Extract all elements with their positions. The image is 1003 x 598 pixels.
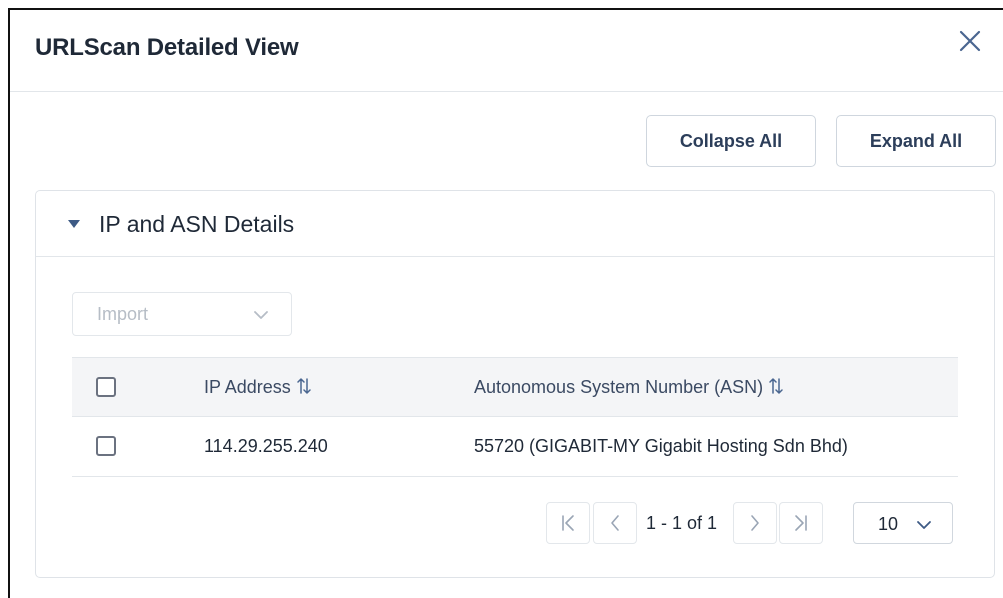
panel-title: IP and ASN Details [99, 211, 295, 237]
column-header-ip[interactable]: IP Address [204, 377, 311, 398]
modal-header: URLScan Detailed View [10, 10, 1003, 92]
chevron-down-icon [254, 311, 268, 319]
first-page-button[interactable] [546, 502, 590, 544]
prev-page-icon [611, 515, 619, 531]
chevron-down-icon [917, 521, 931, 529]
urlscan-modal: URLScan Detailed View Collapse All Expan… [8, 8, 1003, 598]
collapse-all-button[interactable]: Collapse All [646, 115, 816, 167]
first-page-icon [562, 515, 574, 531]
table-row: 114.29.255.240 55720 (GIGABIT-MY Gigabit… [72, 417, 958, 477]
column-header-asn-label: Autonomous System Number (ASN) [474, 377, 764, 397]
ip-asn-panel: IP and ASN Details Import IP Address Aut… [35, 190, 995, 578]
page-size-value: 10 [878, 514, 899, 534]
import-select[interactable]: Import [72, 292, 292, 336]
expand-all-button[interactable]: Expand All [836, 115, 996, 167]
pagination-range: 1 - 1 of 1 [646, 513, 718, 533]
table-header: IP Address Autonomous System Number (ASN… [72, 357, 958, 417]
column-header-ip-label: IP Address [204, 377, 291, 397]
previous-page-button[interactable] [593, 502, 637, 544]
page-size-select[interactable]: 10 [853, 502, 953, 544]
last-page-icon [795, 515, 807, 531]
panel-header[interactable]: IP and ASN Details [36, 191, 994, 257]
modal-title: URLScan Detailed View [35, 34, 299, 61]
next-page-icon [751, 515, 759, 531]
row-checkbox[interactable] [96, 436, 116, 456]
import-label: Import [97, 304, 149, 324]
close-icon [959, 30, 981, 52]
caret-down-icon[interactable] [68, 220, 80, 228]
ip-address-cell: 114.29.255.240 [204, 436, 328, 456]
sort-icon[interactable] [769, 377, 783, 395]
last-page-button[interactable] [779, 502, 823, 544]
select-all-checkbox[interactable] [96, 377, 116, 397]
next-page-button[interactable] [733, 502, 777, 544]
sort-icon[interactable] [296, 377, 311, 395]
column-header-asn[interactable]: Autonomous System Number (ASN) [474, 377, 783, 398]
close-button[interactable] [956, 27, 984, 55]
asn-cell: 55720 (GIGABIT-MY Gigabit Hosting Sdn Bh… [474, 436, 848, 456]
